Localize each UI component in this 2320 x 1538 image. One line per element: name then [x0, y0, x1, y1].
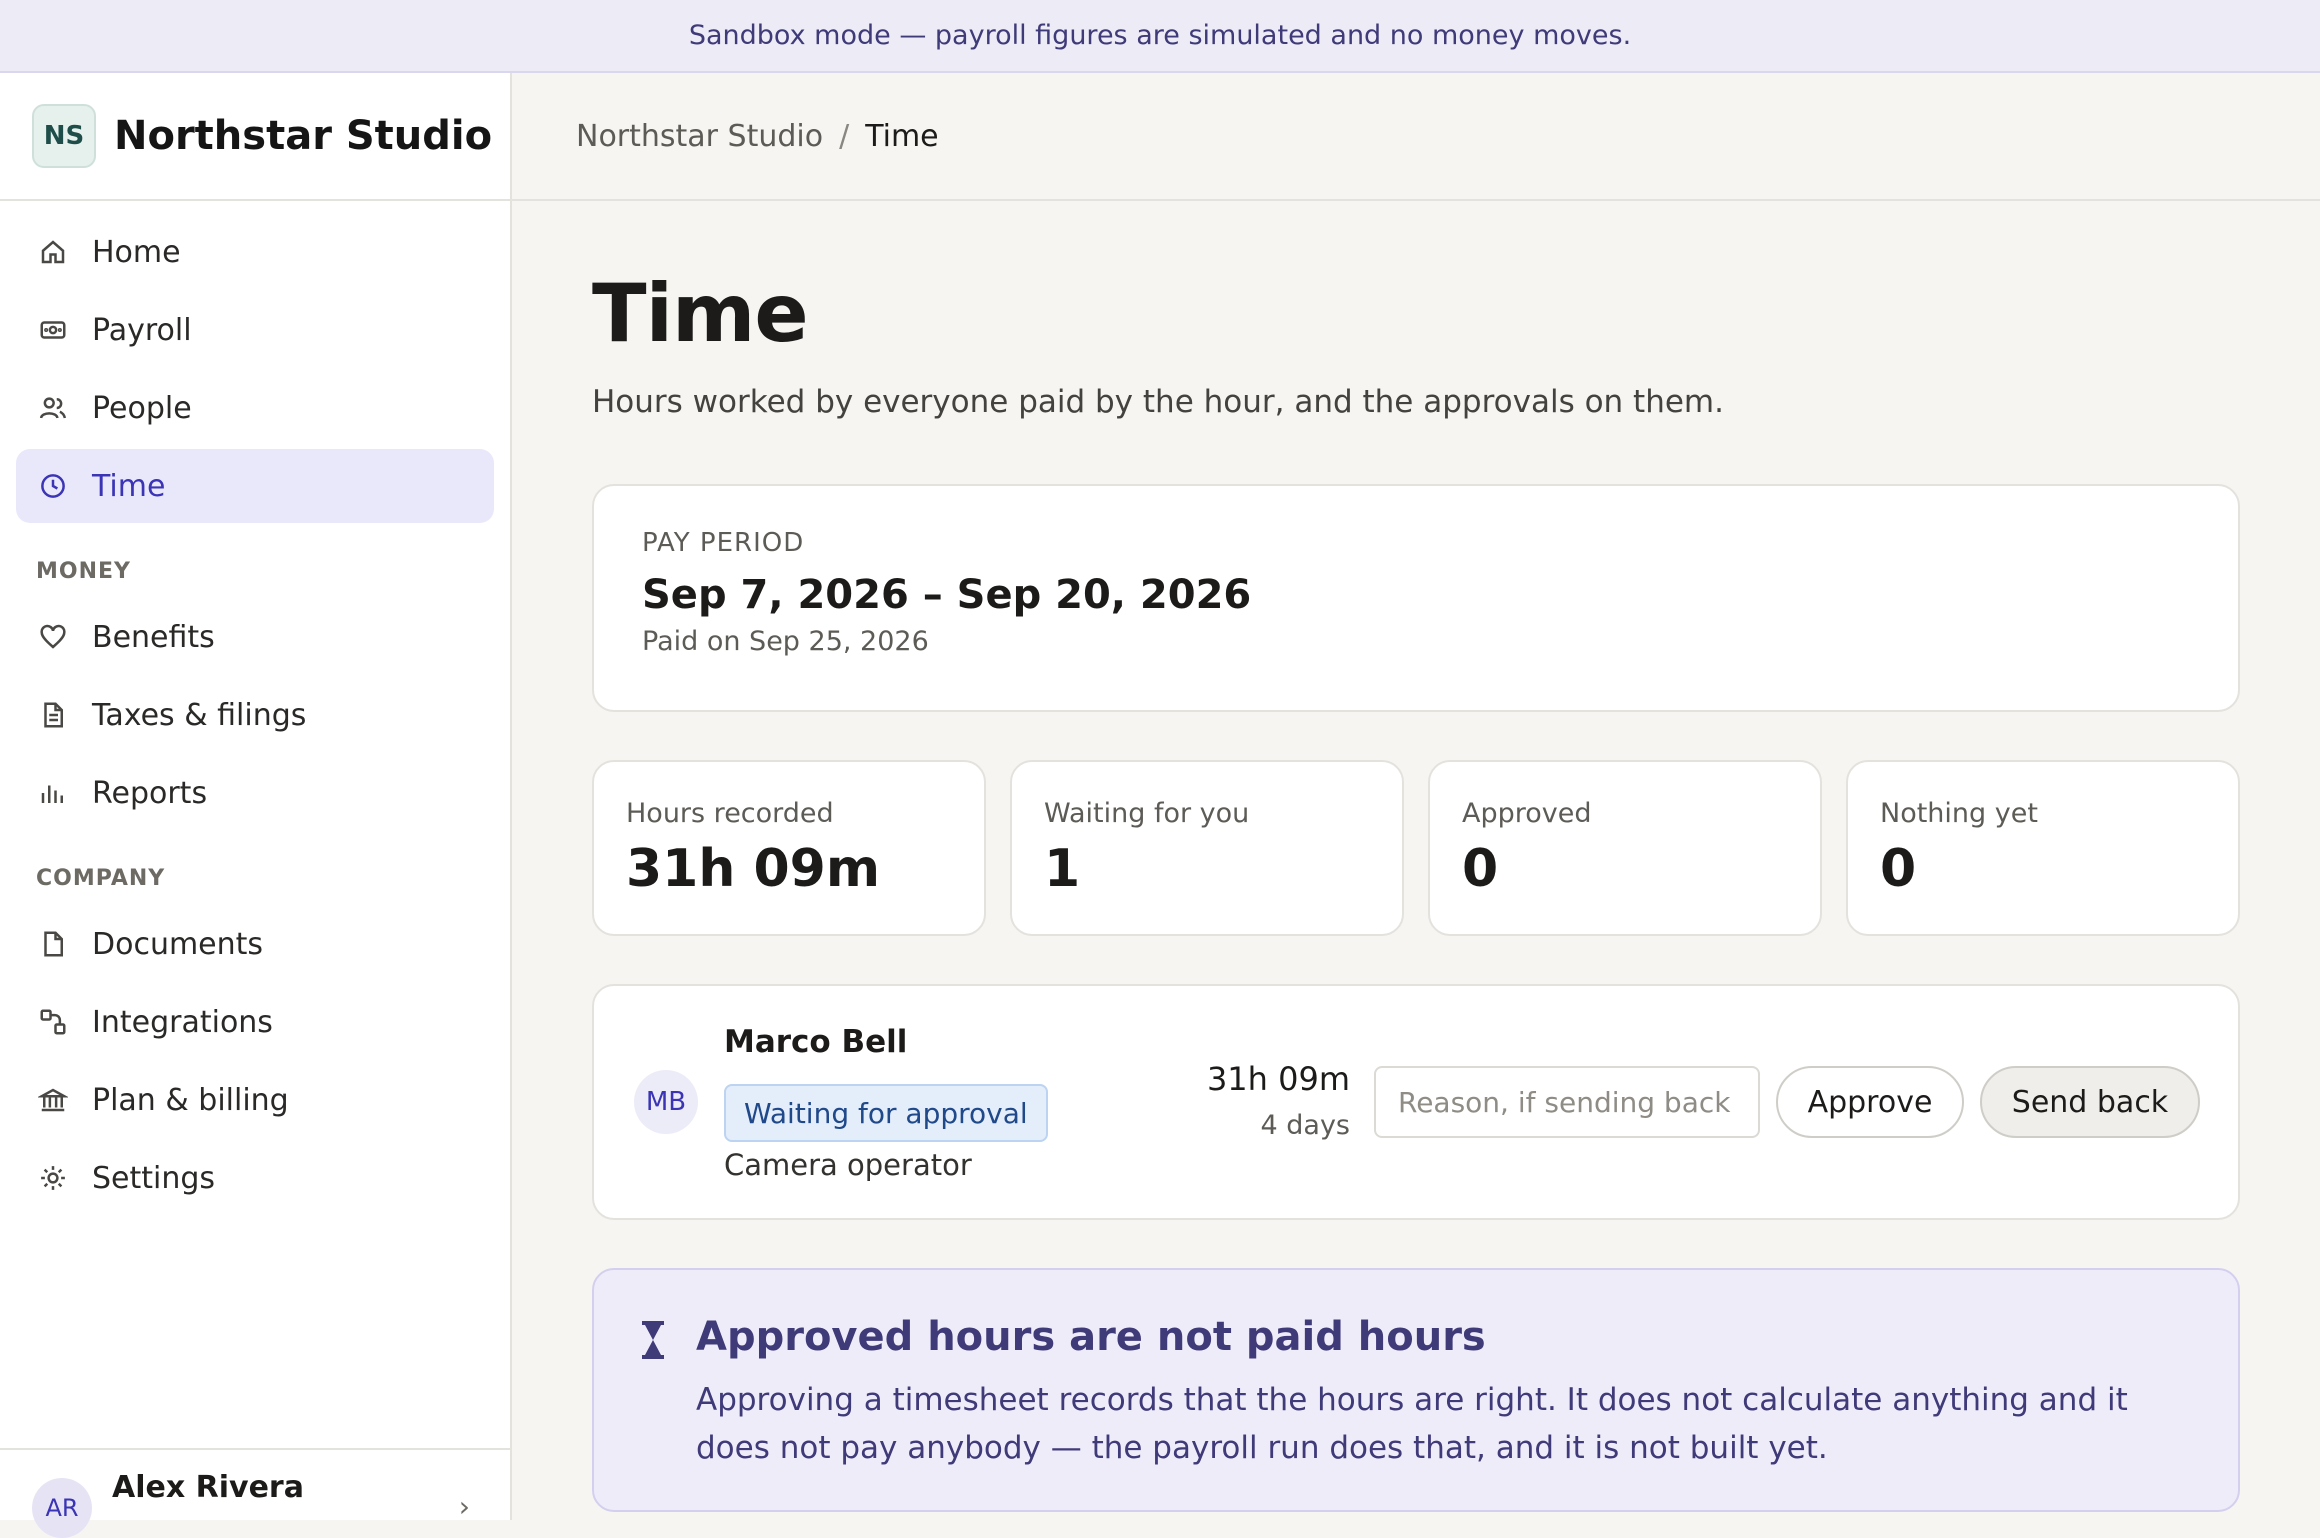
callout-title: Approved hours are not paid hours [696, 1314, 1486, 1360]
heart-icon [36, 620, 70, 654]
breadcrumb-separator: / [839, 118, 850, 154]
main-content: Time Hours worked by everyone paid by th… [592, 201, 2240, 1512]
pay-period-range: Sep 7, 2026 – Sep 20, 2026 [642, 572, 1252, 618]
sidebar-item-label: Reports [92, 775, 208, 811]
sidebar-nav: Home Payroll People Time MONEY Benefits [0, 201, 510, 1215]
sidebar-item-label: Taxes & filings [92, 697, 307, 733]
pay-period-card: PAY PERIOD Sep 7, 2026 – Sep 20, 2026 Pa… [592, 484, 2240, 712]
employee-role: Camera operator [724, 1148, 972, 1182]
sidebar-item-integrations[interactable]: Integrations [16, 985, 494, 1059]
bank-icon [36, 1083, 70, 1117]
gear-icon [36, 1161, 70, 1195]
approve-button[interactable]: Approve [1776, 1066, 1964, 1138]
sidebar-item-label: People [92, 390, 192, 426]
stat-label: Waiting for you [1044, 798, 1250, 829]
stat-nothing-yet: Nothing yet 0 [1846, 760, 2240, 936]
breadcrumb-current: Time [865, 118, 939, 154]
section-label-company: COMPANY [36, 866, 166, 891]
sidebar-item-time[interactable]: Time [16, 449, 494, 523]
sidebar-item-label: Plan & billing [92, 1082, 289, 1118]
sidebar-item-label: Integrations [92, 1004, 273, 1040]
sandbox-banner: Sandbox mode — payroll figures are simul… [0, 0, 2320, 73]
timesheet-row: MB Marco Bell Waiting for approval Camer… [592, 984, 2240, 1220]
reason-input[interactable] [1374, 1066, 1760, 1138]
info-callout: Approved hours are not paid hours Approv… [592, 1268, 2240, 1512]
sidebar-item-settings[interactable]: Settings [16, 1141, 494, 1215]
sidebar-item-label: Payroll [92, 312, 192, 348]
bar-chart-icon [36, 776, 70, 810]
stat-approved: Approved 0 [1428, 760, 1822, 936]
sidebar-item-label: Settings [92, 1160, 216, 1196]
status-badge: Waiting for approval [724, 1084, 1048, 1142]
chevron-right-icon: › [458, 1490, 470, 1523]
sidebar-item-benefits[interactable]: Benefits [16, 600, 494, 674]
stat-label: Hours recorded [626, 798, 834, 829]
section-label-money: MONEY [36, 559, 131, 584]
breadcrumb: Northstar Studio / Time [512, 73, 2320, 201]
brand[interactable]: NS Northstar Studio [0, 73, 510, 201]
pay-period-label: PAY PERIOD [642, 528, 805, 558]
timesheet-days: 4 days [1260, 1110, 1351, 1141]
sandbox-banner-text: Sandbox mode — payroll figures are simul… [688, 20, 1632, 51]
avatar: AR [32, 1478, 92, 1538]
sidebar-item-reports[interactable]: Reports [16, 756, 494, 830]
page-title: Time [592, 267, 809, 360]
payroll-icon [36, 313, 70, 347]
stat-value: 1 [1044, 839, 1081, 899]
integrations-icon [36, 1005, 70, 1039]
brand-logo: NS [32, 104, 96, 168]
sidebar-item-label: Benefits [92, 619, 215, 655]
employee-name[interactable]: Marco Bell [724, 1024, 907, 1060]
hourglass-icon [638, 1320, 668, 1360]
stat-value: 31h 09m [626, 839, 881, 899]
sidebar-item-documents[interactable]: Documents [16, 907, 494, 981]
people-icon [36, 391, 70, 425]
sidebar-item-plan-billing[interactable]: Plan & billing [16, 1063, 494, 1137]
user-name: Alex Rivera [112, 1470, 304, 1505]
user-menu[interactable]: AR Alex Rivera › [0, 1448, 510, 1538]
sidebar-item-home[interactable]: Home [16, 215, 494, 289]
stat-hours-recorded: Hours recorded 31h 09m [592, 760, 986, 936]
sidebar-item-label: Documents [92, 926, 264, 962]
stat-label: Approved [1462, 798, 1592, 829]
sidebar-item-label: Home [92, 234, 181, 270]
stat-label: Nothing yet [1880, 798, 2038, 829]
breadcrumb-parent[interactable]: Northstar Studio [576, 119, 823, 154]
timesheet-hours: 31h 09m [1206, 1060, 1350, 1098]
pay-date: Paid on Sep 25, 2026 [642, 626, 929, 657]
page-subtitle: Hours worked by everyone paid by the hou… [592, 384, 1724, 420]
stat-value: 0 [1880, 839, 1917, 899]
sidebar-item-taxes[interactable]: Taxes & filings [16, 678, 494, 752]
stat-waiting: Waiting for you 1 [1010, 760, 1404, 936]
avatar: MB [634, 1070, 698, 1134]
brand-name: Northstar Studio [114, 113, 493, 159]
stat-value: 0 [1462, 839, 1499, 899]
sidebar-item-label: Time [92, 468, 166, 504]
send-back-button[interactable]: Send back [1980, 1066, 2200, 1138]
document-icon [36, 698, 70, 732]
file-icon [36, 927, 70, 961]
callout-body: Approving a timesheet records that the h… [696, 1382, 2128, 1466]
stats-row: Hours recorded 31h 09m Waiting for you 1… [592, 760, 2240, 936]
home-icon [36, 235, 70, 269]
sidebar-item-payroll[interactable]: Payroll [16, 293, 494, 367]
sidebar: NS Northstar Studio Home Payroll People [0, 73, 512, 1538]
clock-icon [36, 469, 70, 503]
sidebar-item-people[interactable]: People [16, 371, 494, 445]
